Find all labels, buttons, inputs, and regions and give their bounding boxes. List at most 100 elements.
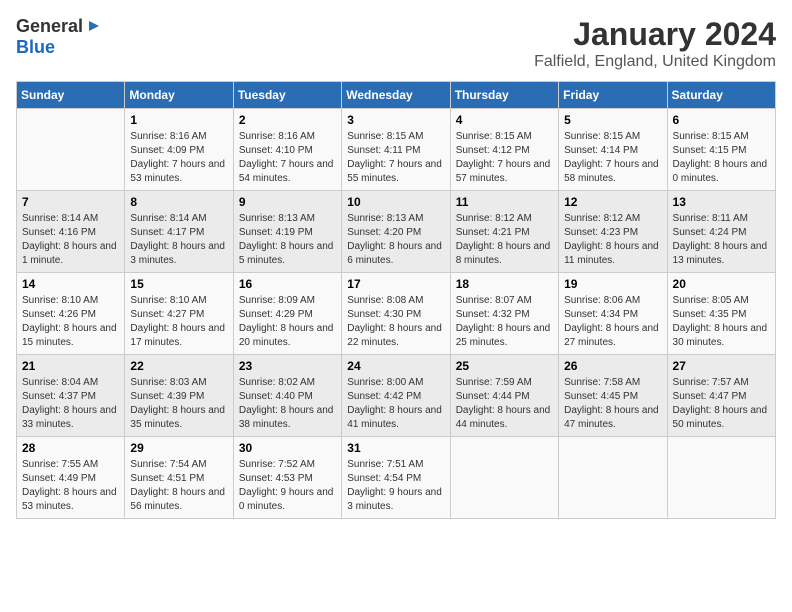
day-number: 17	[347, 277, 444, 291]
day-info: Sunrise: 7:59 AMSunset: 4:44 PMDaylight:…	[456, 376, 553, 432]
day-info: Sunrise: 8:16 AMSunset: 4:10 PMDaylight:…	[239, 130, 336, 186]
day-of-week-header: Friday	[559, 82, 667, 109]
day-of-week-header: Monday	[125, 82, 233, 109]
day-info: Sunrise: 7:52 AMSunset: 4:53 PMDaylight:…	[239, 458, 336, 514]
calendar-day-cell: 14 Sunrise: 8:10 AMSunset: 4:26 PMDayligh…	[17, 273, 125, 355]
day-number: 11	[456, 195, 553, 209]
calendar-body: 1Sunrise: 8:16 AMSunset: 4:09 PMDaylight…	[17, 109, 776, 519]
day-number: 9	[239, 195, 336, 209]
logo-general-text: General	[16, 16, 83, 37]
calendar-day-cell: 4Sunrise: 8:15 AMSunset: 4:12 PMDaylight…	[450, 109, 558, 191]
calendar-day-cell: 31 Sunrise: 7:51 AMSunset: 4:54 PMDayligh…	[342, 437, 450, 519]
day-number: 1	[130, 113, 227, 127]
calendar-day-cell: 6 Sunrise: 8:15 AMSunset: 4:15 PMDaylight…	[667, 109, 775, 191]
day-number: 14	[22, 277, 119, 291]
day-info: Sunrise: 8:12 AMSunset: 4:21 PMDaylight:…	[456, 212, 553, 268]
day-info: Sunrise: 7:58 AMSunset: 4:45 PMDaylight:…	[564, 376, 661, 432]
day-info: Sunrise: 7:54 AMSunset: 4:51 PMDaylight:…	[130, 458, 227, 514]
calendar-day-cell: 16 Sunrise: 8:09 AMSunset: 4:29 PMDayligh…	[233, 273, 341, 355]
calendar-day-cell: 11 Sunrise: 8:12 AMSunset: 4:21 PMDayligh…	[450, 191, 558, 273]
day-number: 4	[456, 113, 553, 127]
day-info: Sunrise: 8:05 AMSunset: 4:35 PMDaylight:…	[673, 294, 770, 350]
calendar-day-cell: 27 Sunrise: 7:57 AMSunset: 4:47 PMDayligh…	[667, 355, 775, 437]
calendar-week-row: 28Sunrise: 7:55 AMSunset: 4:49 PMDayligh…	[17, 437, 776, 519]
day-number: 2	[239, 113, 336, 127]
day-info: Sunrise: 8:13 AMSunset: 4:20 PMDaylight:…	[347, 212, 444, 268]
day-info: Sunrise: 8:15 AMSunset: 4:15 PMDaylight:…	[673, 130, 770, 186]
calendar-day-cell: 24 Sunrise: 8:00 AMSunset: 4:42 PMDayligh…	[342, 355, 450, 437]
calendar-week-row: 14 Sunrise: 8:10 AMSunset: 4:26 PMDayligh…	[17, 273, 776, 355]
day-number: 6	[673, 113, 770, 127]
day-of-week-header: Wednesday	[342, 82, 450, 109]
day-of-week-header: Tuesday	[233, 82, 341, 109]
day-info: Sunrise: 8:10 AMSunset: 4:26 PMDaylight:…	[22, 294, 119, 350]
calendar-day-cell: 19 Sunrise: 8:06 AMSunset: 4:34 PMDayligh…	[559, 273, 667, 355]
day-number: 21	[22, 359, 119, 373]
calendar-day-cell: 22 Sunrise: 8:03 AMSunset: 4:39 PMDayligh…	[125, 355, 233, 437]
day-info: Sunrise: 8:12 AMSunset: 4:23 PMDaylight:…	[564, 212, 661, 268]
calendar-day-cell: 21 Sunrise: 8:04 AMSunset: 4:37 PMDayligh…	[17, 355, 125, 437]
day-number: 27	[673, 359, 770, 373]
calendar-day-cell: 28Sunrise: 7:55 AMSunset: 4:49 PMDayligh…	[17, 437, 125, 519]
day-number: 22	[130, 359, 227, 373]
day-info: Sunrise: 7:57 AMSunset: 4:47 PMDaylight:…	[673, 376, 770, 432]
day-info: Sunrise: 8:10 AMSunset: 4:27 PMDaylight:…	[130, 294, 227, 350]
calendar-day-cell: 30 Sunrise: 7:52 AMSunset: 4:53 PMDayligh…	[233, 437, 341, 519]
header: General Blue January 2024 Falfield, Engl…	[16, 16, 776, 71]
calendar-day-cell: 18 Sunrise: 8:07 AMSunset: 4:32 PMDayligh…	[450, 273, 558, 355]
calendar-table: SundayMondayTuesdayWednesdayThursdayFrid…	[16, 81, 776, 519]
calendar-day-cell: 17 Sunrise: 8:08 AMSunset: 4:30 PMDayligh…	[342, 273, 450, 355]
calendar-day-cell: 9 Sunrise: 8:13 AMSunset: 4:19 PMDaylight…	[233, 191, 341, 273]
day-info: Sunrise: 8:02 AMSunset: 4:40 PMDaylight:…	[239, 376, 336, 432]
calendar-day-cell	[17, 109, 125, 191]
day-info: Sunrise: 8:06 AMSunset: 4:34 PMDaylight:…	[564, 294, 661, 350]
logo-blue-text: Blue	[16, 37, 55, 58]
month-title: January 2024	[534, 16, 776, 53]
day-number: 23	[239, 359, 336, 373]
day-info: Sunrise: 8:00 AMSunset: 4:42 PMDaylight:…	[347, 376, 444, 432]
day-info: Sunrise: 8:14 AMSunset: 4:16 PMDaylight:…	[22, 212, 119, 268]
calendar-day-cell: 29 Sunrise: 7:54 AMSunset: 4:51 PMDayligh…	[125, 437, 233, 519]
day-number: 16	[239, 277, 336, 291]
day-info: Sunrise: 7:55 AMSunset: 4:49 PMDaylight:…	[22, 458, 119, 514]
calendar-day-cell: 5 Sunrise: 8:15 AMSunset: 4:14 PMDaylight…	[559, 109, 667, 191]
logo: General Blue	[16, 16, 103, 58]
day-info: Sunrise: 7:51 AMSunset: 4:54 PMDaylight:…	[347, 458, 444, 514]
day-number: 15	[130, 277, 227, 291]
day-number: 5	[564, 113, 661, 127]
day-number: 31	[347, 441, 444, 455]
day-info: Sunrise: 8:15 AMSunset: 4:14 PMDaylight:…	[564, 130, 661, 186]
day-number: 25	[456, 359, 553, 373]
calendar-day-cell: 1Sunrise: 8:16 AMSunset: 4:09 PMDaylight…	[125, 109, 233, 191]
day-number: 18	[456, 277, 553, 291]
calendar-week-row: 1Sunrise: 8:16 AMSunset: 4:09 PMDaylight…	[17, 109, 776, 191]
calendar-day-cell: 13Sunrise: 8:11 AMSunset: 4:24 PMDayligh…	[667, 191, 775, 273]
day-number: 13	[673, 195, 770, 209]
calendar-day-cell	[450, 437, 558, 519]
title-area: January 2024 Falfield, England, United K…	[534, 16, 776, 71]
day-number: 30	[239, 441, 336, 455]
day-info: Sunrise: 8:09 AMSunset: 4:29 PMDaylight:…	[239, 294, 336, 350]
day-info: Sunrise: 8:13 AMSunset: 4:19 PMDaylight:…	[239, 212, 336, 268]
calendar-day-cell: 20Sunrise: 8:05 AMSunset: 4:35 PMDayligh…	[667, 273, 775, 355]
day-number: 12	[564, 195, 661, 209]
day-number: 26	[564, 359, 661, 373]
calendar-day-cell: 10Sunrise: 8:13 AMSunset: 4:20 PMDayligh…	[342, 191, 450, 273]
calendar-header-row: SundayMondayTuesdayWednesdayThursdayFrid…	[17, 82, 776, 109]
location-title: Falfield, England, United Kingdom	[534, 53, 776, 71]
calendar-day-cell: 15 Sunrise: 8:10 AMSunset: 4:27 PMDayligh…	[125, 273, 233, 355]
day-info: Sunrise: 8:04 AMSunset: 4:37 PMDaylight:…	[22, 376, 119, 432]
day-info: Sunrise: 8:14 AMSunset: 4:17 PMDaylight:…	[130, 212, 227, 268]
day-of-week-header: Sunday	[17, 82, 125, 109]
day-info: Sunrise: 8:07 AMSunset: 4:32 PMDaylight:…	[456, 294, 553, 350]
calendar-week-row: 7Sunrise: 8:14 AMSunset: 4:16 PMDaylight…	[17, 191, 776, 273]
calendar-week-row: 21 Sunrise: 8:04 AMSunset: 4:37 PMDayligh…	[17, 355, 776, 437]
day-number: 24	[347, 359, 444, 373]
day-info: Sunrise: 8:08 AMSunset: 4:30 PMDaylight:…	[347, 294, 444, 350]
day-number: 29	[130, 441, 227, 455]
calendar-day-cell	[667, 437, 775, 519]
logo-arrow-icon	[85, 17, 103, 35]
day-info: Sunrise: 8:15 AMSunset: 4:11 PMDaylight:…	[347, 130, 444, 186]
day-number: 19	[564, 277, 661, 291]
day-info: Sunrise: 8:03 AMSunset: 4:39 PMDaylight:…	[130, 376, 227, 432]
